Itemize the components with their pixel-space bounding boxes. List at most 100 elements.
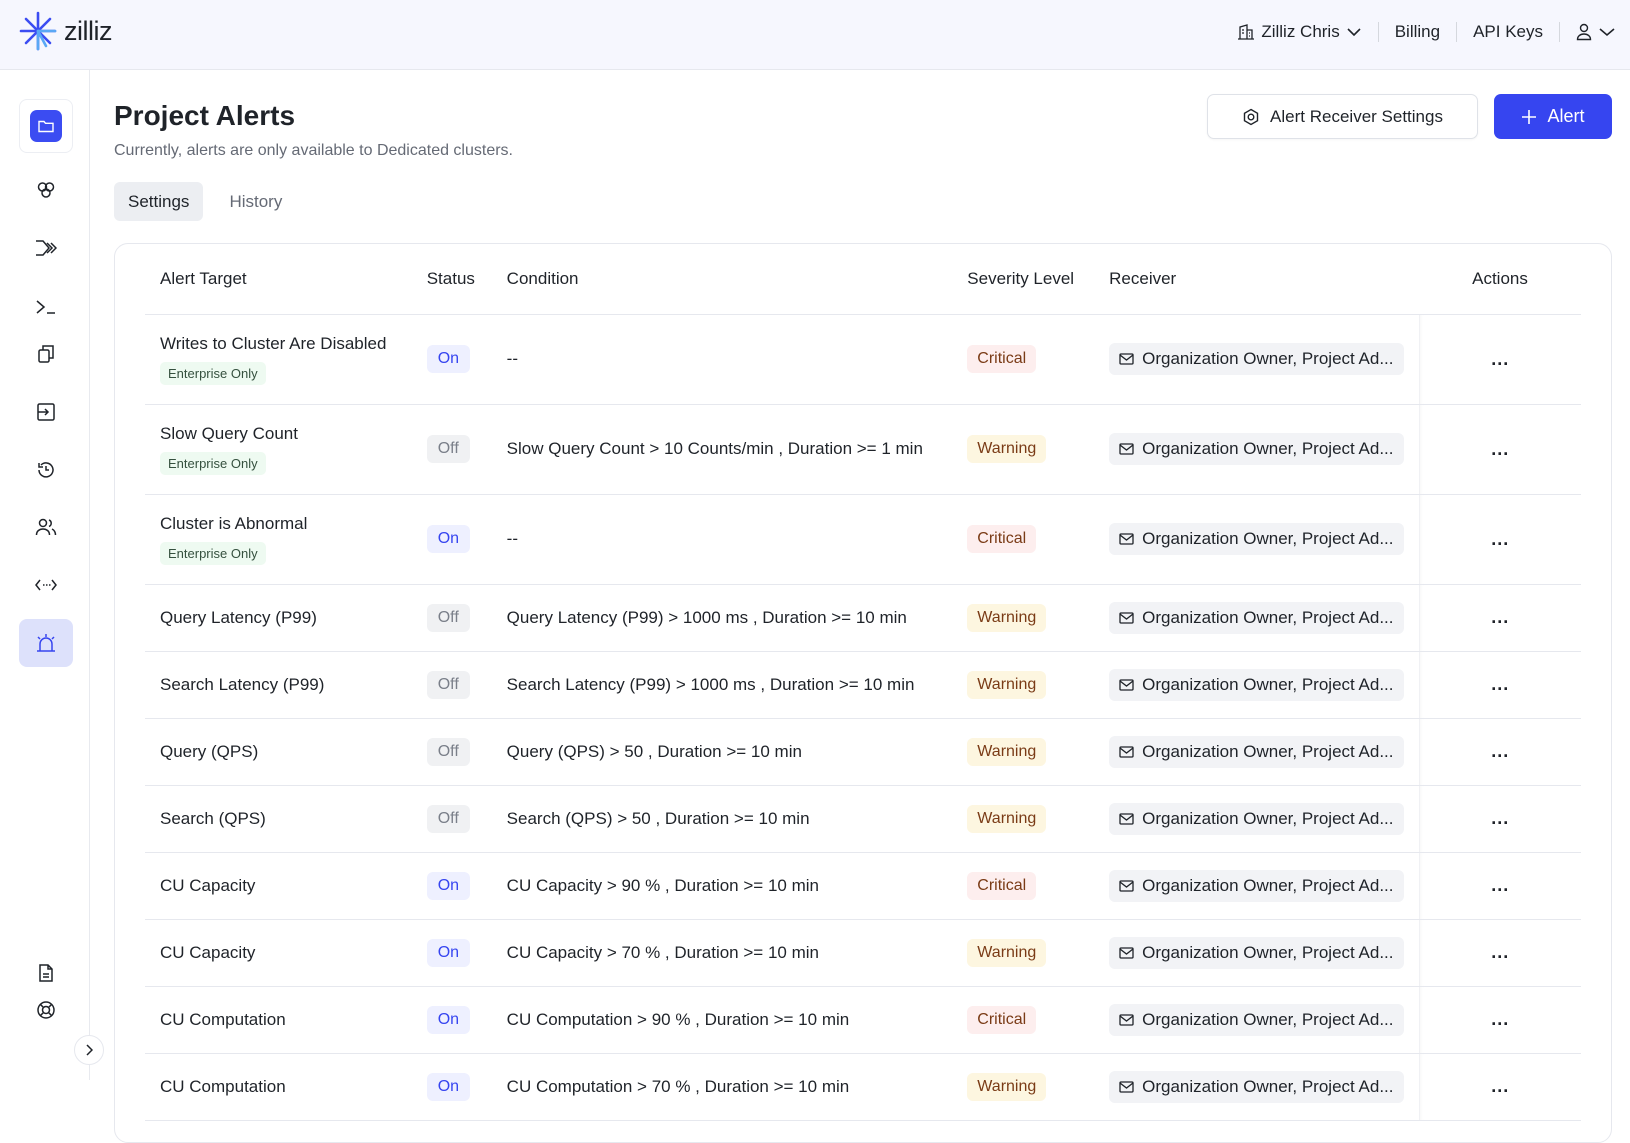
top-nav: Zilliz Chris Billing API Keys — [1237, 0, 1616, 64]
status-badge: On — [427, 1073, 470, 1101]
receiver-cell: Organization Owner, Project Ad... — [1094, 404, 1419, 494]
logo[interactable]: zilliz — [18, 10, 112, 52]
more-actions-icon[interactable]: ... — [1491, 607, 1509, 627]
user-menu[interactable] — [1576, 23, 1616, 41]
receiver-text: Organization Owner, Project Ad... — [1142, 439, 1393, 459]
condition-cell: Slow Query Count > 10 Counts/min , Durat… — [492, 404, 953, 494]
import-icon — [36, 402, 56, 422]
table-body: Writes to Cluster Are Disabled Enterprise… — [145, 314, 1581, 1120]
actions-cell: ... — [1419, 651, 1581, 718]
building-icon — [1237, 24, 1255, 40]
more-actions-icon[interactable]: ... — [1491, 529, 1509, 549]
sidebar-item-collections[interactable] — [19, 330, 73, 378]
receiver-cell: Organization Owner, Project Ad... — [1094, 919, 1419, 986]
status-badge: Off — [427, 604, 470, 632]
condition-cell: Query Latency (P99) > 1000 ms , Duration… — [492, 584, 953, 651]
more-actions-icon[interactable]: ... — [1491, 942, 1509, 962]
add-alert-button[interactable]: Alert — [1494, 94, 1612, 139]
enterprise-only-tag: Enterprise Only — [160, 362, 266, 385]
receiver-cell: Organization Owner, Project Ad... — [1094, 1053, 1419, 1120]
more-actions-icon[interactable]: ... — [1491, 349, 1509, 369]
receiver-tag[interactable]: Organization Owner, Project Ad... — [1109, 602, 1403, 634]
severity-cell: Warning — [952, 919, 1094, 986]
sidebar-item-backups[interactable] — [19, 446, 73, 494]
terminal-icon — [35, 299, 57, 315]
sidebar-item-pipelines[interactable] — [19, 224, 73, 272]
receiver-tag[interactable]: Organization Owner, Project Ad... — [1109, 870, 1403, 902]
receiver-tag[interactable]: Organization Owner, Project Ad... — [1109, 523, 1403, 555]
severity-cell: Warning — [952, 785, 1094, 852]
receiver-cell: Organization Owner, Project Ad... — [1094, 986, 1419, 1053]
condition-cell: Search (QPS) > 50 , Duration >= 10 min — [492, 785, 953, 852]
column-header-alert-target[interactable]: Alert Target — [145, 244, 412, 314]
actions-cell: ... — [1419, 785, 1581, 852]
sidebar-item-integrations[interactable] — [19, 561, 73, 609]
clusters-icon — [36, 180, 56, 200]
table-row: Search Latency (P99)OffSearch Latency (P… — [145, 651, 1581, 718]
alert-target-name: Query (QPS) — [160, 742, 397, 762]
table-row: Query (QPS) OffQuery (QPS) > 50 , Duratio… — [145, 718, 1581, 785]
sidebar-item-alerts[interactable] — [19, 619, 73, 667]
column-header-receiver[interactable]: Receiver — [1094, 244, 1419, 314]
status-cell: Off — [412, 718, 492, 785]
status-cell: On — [412, 314, 492, 404]
billing-link[interactable]: Billing — [1395, 22, 1440, 42]
sidebar-expand-button[interactable] — [74, 1035, 104, 1065]
alert-target-name: Writes to Cluster Are Disabled — [160, 334, 397, 354]
sidebar-item-support[interactable] — [19, 986, 73, 1034]
tab-settings[interactable]: Settings — [114, 182, 203, 221]
receiver-tag[interactable]: Organization Owner, Project Ad... — [1109, 343, 1403, 375]
receiver-tag[interactable]: Organization Owner, Project Ad... — [1109, 803, 1403, 835]
receiver-tag[interactable]: Organization Owner, Project Ad... — [1109, 937, 1403, 969]
more-actions-icon[interactable]: ... — [1491, 1009, 1509, 1029]
more-actions-icon[interactable]: ... — [1491, 674, 1509, 694]
actions-cell: ... — [1419, 718, 1581, 785]
status-cell: On — [412, 494, 492, 584]
receiver-cell: Organization Owner, Project Ad... — [1094, 584, 1419, 651]
receiver-tag[interactable]: Organization Owner, Project Ad... — [1109, 1071, 1403, 1103]
receiver-tag[interactable]: Organization Owner, Project Ad... — [1109, 1004, 1403, 1036]
status-badge: Off — [427, 435, 470, 463]
more-actions-icon[interactable]: ... — [1491, 439, 1509, 459]
column-header-severity[interactable]: Severity Level — [952, 244, 1094, 314]
history-icon — [36, 460, 56, 480]
column-header-status[interactable]: Status — [412, 244, 492, 314]
actions-cell: ... — [1419, 404, 1581, 494]
severity-cell: Warning — [952, 1053, 1094, 1120]
sidebar-item-members[interactable] — [19, 503, 73, 551]
more-actions-icon[interactable]: ... — [1491, 808, 1509, 828]
actions-cell: ... — [1419, 494, 1581, 584]
table-header-row: Alert Target Status Condition Severity L… — [145, 244, 1581, 314]
plus-icon — [1521, 109, 1537, 125]
actions-cell: ... — [1419, 852, 1581, 919]
condition-cell: Query (QPS) > 50 , Duration >= 10 min — [492, 718, 953, 785]
receiver-tag[interactable]: Organization Owner, Project Ad... — [1109, 433, 1403, 465]
more-actions-icon[interactable]: ... — [1491, 741, 1509, 761]
org-switcher[interactable]: Zilliz Chris — [1237, 22, 1361, 42]
condition-cell: CU Capacity > 90 % , Duration >= 10 min — [492, 852, 953, 919]
api-keys-link[interactable]: API Keys — [1473, 22, 1543, 42]
more-actions-icon[interactable]: ... — [1491, 1076, 1509, 1096]
receiver-tag[interactable]: Organization Owner, Project Ad... — [1109, 669, 1403, 701]
column-header-actions: Actions — [1419, 244, 1581, 314]
alert-receiver-settings-button[interactable]: Alert Receiver Settings — [1207, 94, 1478, 139]
code-icon — [35, 578, 57, 592]
users-icon — [35, 518, 57, 536]
sidebar-item-playground[interactable] — [19, 283, 73, 331]
mail-icon — [1119, 1081, 1134, 1093]
more-actions-icon[interactable]: ... — [1491, 875, 1509, 895]
brand-name: zilliz — [64, 16, 112, 47]
sidebar-item-clusters[interactable] — [19, 166, 73, 214]
condition-cell: CU Capacity > 70 % , Duration >= 10 min — [492, 919, 953, 986]
column-header-condition[interactable]: Condition — [492, 244, 953, 314]
tab-history[interactable]: History — [215, 182, 296, 221]
receiver-tag[interactable]: Organization Owner, Project Ad... — [1109, 736, 1403, 768]
receiver-cell: Organization Owner, Project Ad... — [1094, 651, 1419, 718]
alert-target-name: Slow Query Count — [160, 424, 397, 444]
sidebar-item-migrations[interactable] — [19, 388, 73, 436]
severity-badge: Warning — [967, 435, 1046, 463]
page-subtitle: Currently, alerts are only available to … — [114, 142, 513, 160]
alarm-icon — [35, 633, 57, 653]
alerts-table-card: Alert Target Status Condition Severity L… — [114, 243, 1612, 1143]
sidebar-item-project[interactable] — [19, 99, 73, 153]
